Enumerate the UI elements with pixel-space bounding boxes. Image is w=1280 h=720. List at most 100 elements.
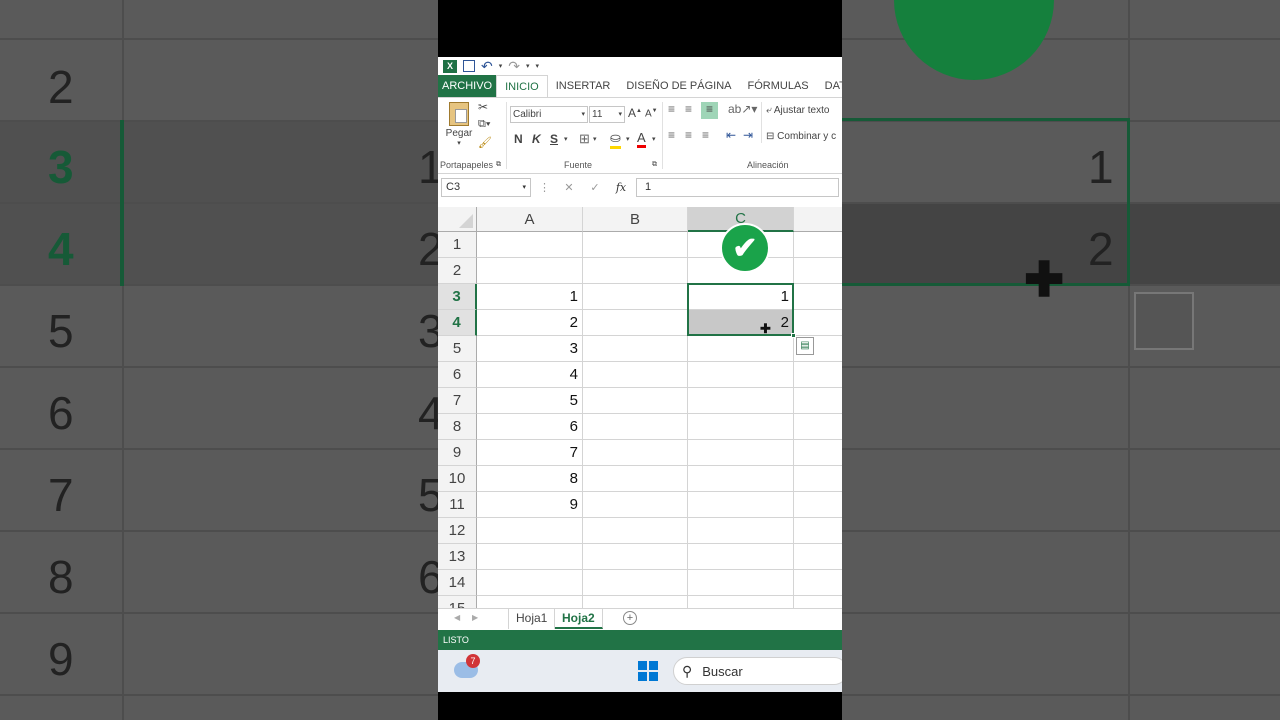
row-header-9[interactable]: 9 — [438, 440, 477, 466]
cell[interactable] — [688, 492, 794, 518]
row-header-12[interactable]: 12 — [438, 518, 477, 544]
tab-datos[interactable]: DATOS — [817, 75, 842, 97]
tab-inicio[interactable]: INICIO — [496, 75, 548, 97]
cell[interactable] — [794, 518, 842, 544]
cell[interactable] — [477, 544, 583, 570]
sheet-tab-hoja2[interactable]: Hoja2 — [555, 609, 603, 629]
cell[interactable]: 8 — [477, 466, 583, 492]
font-color-dropdown-icon[interactable]: ▾ — [652, 135, 656, 143]
undo-icon[interactable]: ↶ — [481, 58, 493, 75]
cell[interactable]: 6 — [477, 414, 583, 440]
select-all-corner[interactable] — [438, 207, 477, 232]
cell[interactable]: 1 — [477, 284, 583, 310]
row-header-13[interactable]: 13 — [438, 544, 477, 570]
cell[interactable] — [794, 440, 842, 466]
row-header-10[interactable]: 10 — [438, 466, 477, 492]
add-sheet-icon[interactable]: + — [623, 611, 637, 625]
cell[interactable] — [688, 570, 794, 596]
underline-dropdown-icon[interactable]: ▾ — [564, 135, 568, 143]
cell[interactable]: 7 — [477, 440, 583, 466]
copy-icon[interactable]: ⧉▾ — [478, 118, 490, 131]
worksheet-grid[interactable]: ABC12311422536475869710811912131415✚▤✔ — [438, 207, 842, 608]
cell[interactable] — [583, 570, 688, 596]
cell[interactable] — [794, 310, 842, 336]
underline-button[interactable]: S — [550, 132, 558, 146]
cell[interactable] — [688, 414, 794, 440]
decrease-font-icon[interactable]: A▼ — [645, 108, 658, 119]
merge-center-button[interactable]: ⊟ Combinar y c — [766, 131, 836, 142]
cell[interactable] — [583, 492, 688, 518]
cell[interactable] — [583, 362, 688, 388]
column-header-a[interactable]: A — [477, 207, 583, 232]
tab-diseno-pagina[interactable]: DISEÑO DE PÁGINA — [618, 75, 739, 97]
redo-icon[interactable]: ↷ — [508, 58, 520, 75]
cell[interactable]: 2 — [477, 310, 583, 336]
row-header-7[interactable]: 7 — [438, 388, 477, 414]
sheet-tab-hoja1[interactable]: Hoja1 — [508, 609, 556, 629]
row-header-14[interactable]: 14 — [438, 570, 477, 596]
quick-analysis-icon[interactable]: ▤ — [796, 337, 814, 355]
cell[interactable] — [477, 570, 583, 596]
row-header-2[interactable]: 2 — [438, 258, 477, 284]
cell[interactable] — [583, 336, 688, 362]
font-launcher-icon[interactable]: ⧉ — [652, 161, 657, 169]
cell[interactable] — [794, 258, 842, 284]
cell[interactable] — [477, 258, 583, 284]
row-header-3[interactable]: 3 — [438, 284, 477, 310]
cell[interactable] — [794, 492, 842, 518]
align-bottom-icon[interactable]: ≡ — [701, 102, 718, 119]
fill-color-icon[interactable]: ⛀ — [610, 130, 621, 149]
windows-start-icon[interactable] — [638, 661, 658, 681]
formula-input[interactable]: 1 — [636, 177, 839, 197]
cell[interactable]: 1 — [688, 284, 794, 310]
wrap-text-button[interactable]: ⤶ Ajustar texto — [766, 105, 829, 116]
cut-icon[interactable]: ✂ — [478, 100, 488, 114]
cell[interactable] — [688, 440, 794, 466]
cell[interactable] — [794, 570, 842, 596]
cell[interactable] — [583, 414, 688, 440]
cell[interactable] — [794, 466, 842, 492]
cell[interactable] — [794, 388, 842, 414]
row-header-6[interactable]: 6 — [438, 362, 477, 388]
cell[interactable] — [794, 544, 842, 570]
cell[interactable] — [794, 596, 842, 608]
scroll-right-icon[interactable]: ▶ — [472, 613, 478, 622]
cell[interactable] — [477, 596, 583, 608]
cell[interactable] — [583, 258, 688, 284]
increase-indent-icon[interactable]: ⇥ — [743, 128, 753, 142]
cell[interactable] — [477, 232, 583, 258]
fill-color-dropdown-icon[interactable]: ▾ — [626, 135, 630, 143]
cell[interactable] — [583, 232, 688, 258]
clipboard-launcher-icon[interactable]: ⧉ — [496, 161, 501, 169]
cell[interactable] — [688, 596, 794, 608]
cell[interactable]: 9 — [477, 492, 583, 518]
cell[interactable] — [477, 518, 583, 544]
cell[interactable] — [794, 284, 842, 310]
decrease-indent-icon[interactable]: ⇤ — [726, 128, 736, 142]
name-box[interactable]: C3 ▾ — [441, 177, 531, 197]
enter-icon[interactable]: ✓ — [584, 181, 606, 194]
cell[interactable] — [794, 232, 842, 258]
increase-font-icon[interactable]: A▲ — [628, 106, 642, 120]
align-middle-icon[interactable]: ≡ — [685, 102, 692, 116]
row-header-1[interactable]: 1 — [438, 232, 477, 258]
insert-function-button[interactable]: fx — [610, 181, 632, 194]
cell[interactable] — [583, 544, 688, 570]
weather-widget[interactable]: 7 — [454, 654, 480, 678]
borders-icon[interactable]: ⊞ — [579, 131, 590, 147]
cancel-icon[interactable]: ✕ — [558, 181, 580, 194]
row-header-15[interactable]: 15 — [438, 596, 477, 608]
tab-insertar[interactable]: INSERTAR — [548, 75, 619, 97]
cell[interactable] — [583, 440, 688, 466]
font-name-select[interactable]: Calibri ▾ — [510, 106, 588, 123]
cell[interactable] — [583, 466, 688, 492]
cell[interactable]: 2 — [688, 310, 794, 336]
font-color-icon[interactable]: A — [637, 130, 646, 148]
customize-qat-icon[interactable]: ▾ — [536, 62, 540, 70]
align-left-icon[interactable]: ≡ — [668, 128, 675, 142]
format-painter-icon[interactable]: 🖌 — [478, 136, 492, 149]
tab-formulas[interactable]: FÓRMULAS — [740, 75, 817, 97]
cell[interactable] — [688, 388, 794, 414]
cell[interactable] — [583, 310, 688, 336]
cell[interactable] — [583, 284, 688, 310]
